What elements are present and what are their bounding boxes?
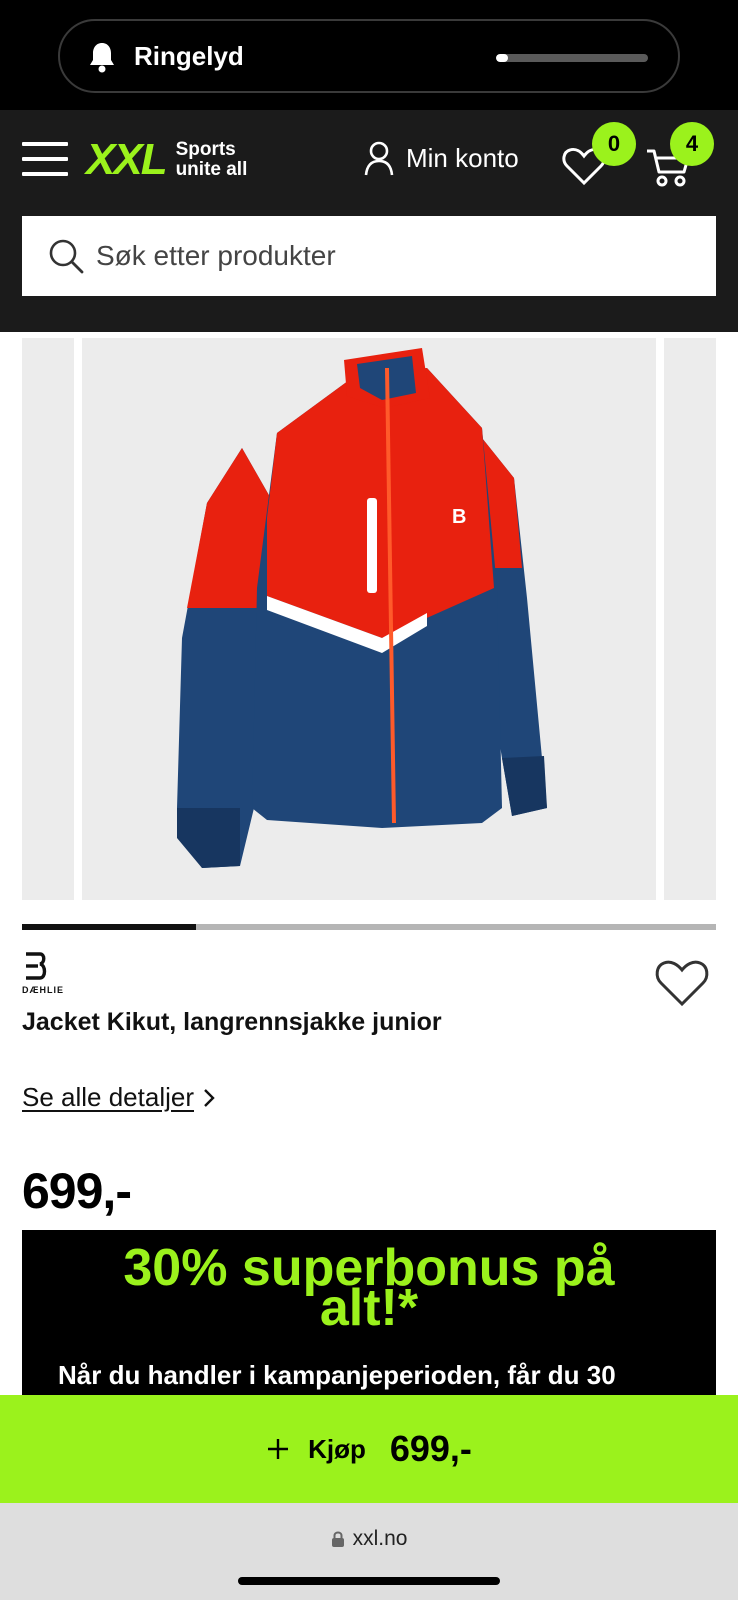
url-field[interactable]: xxl.no <box>0 1527 738 1551</box>
gallery-previous-image[interactable] <box>22 338 74 900</box>
wishlist-count-badge: 0 <box>592 122 636 166</box>
user-icon <box>364 141 394 176</box>
buy-label: Kjøp <box>308 1433 366 1464</box>
url-text: xxl.no <box>352 1527 408 1550</box>
promo-headline: 30% superbonus på alt!* <box>123 1239 615 1337</box>
chevron-right-icon <box>204 1088 215 1107</box>
ringer-volume-bar <box>496 54 648 62</box>
account-label: Min konto <box>406 142 519 173</box>
search-placeholder: Søk etter produkter <box>96 240 336 271</box>
gallery-next-image[interactable] <box>664 338 716 900</box>
jacket-image: B <box>177 348 547 868</box>
product-price: 699,- <box>22 1163 132 1219</box>
search-icon <box>49 239 84 274</box>
lock-icon <box>331 1531 344 1547</box>
status-area: Ringelyd <box>0 0 738 110</box>
brand-name: DÆHLIE <box>22 985 64 995</box>
site-header: XXL Sports unite all Min konto 0 4 Søk e… <box>0 110 738 332</box>
ringer-label: Ringelyd <box>134 41 244 71</box>
product-image[interactable]: B <box>82 338 656 900</box>
logo-mark: XXL <box>86 135 168 184</box>
logo-tagline-line-2: unite all <box>175 159 248 180</box>
buy-button[interactable]: Kjøp 699,- <box>0 1395 738 1503</box>
product-title: Jacket Kikut, langrennsjakke junior <box>22 1008 442 1036</box>
promo-body: Når du handler i kampanjeperioden, får d… <box>58 1360 616 1390</box>
cart-count-badge: 4 <box>670 122 714 166</box>
ringer-volume-fill <box>496 54 509 62</box>
bell-icon <box>90 43 114 73</box>
logo-tagline: Sports unite all <box>176 140 248 180</box>
hamburger-menu-icon[interactable] <box>22 142 70 178</box>
buy-price: 699,- <box>389 1428 472 1469</box>
account-button[interactable]: Min konto <box>364 140 519 176</box>
xxl-logo[interactable]: XXL Sports unite all <box>86 134 247 186</box>
see-all-details-link[interactable]: Se alle detaljer <box>22 1082 216 1113</box>
gallery-progress-bar <box>22 924 716 930</box>
ringer-notification: Ringelyd <box>58 19 680 93</box>
gallery-progress-fill <box>22 924 196 930</box>
product-page: B DÆHLIE Jacket Kikut, langrennsjakke ju… <box>0 332 738 1395</box>
details-link-label: Se alle detaljer <box>22 1082 194 1112</box>
brand-mark-icon <box>26 952 47 980</box>
logo-tagline-line-1: Sports <box>175 139 236 160</box>
svg-text:B: B <box>452 506 466 528</box>
search-input[interactable]: Søk etter produkter <box>22 216 716 296</box>
plus-icon <box>268 1439 289 1459</box>
add-to-wishlist-heart-icon[interactable] <box>654 958 710 1008</box>
brand-logo[interactable]: DÆHLIE <box>22 952 74 998</box>
home-indicator[interactable] <box>238 1577 500 1585</box>
browser-address-bar: xxl.no <box>0 1503 738 1600</box>
promo-banner[interactable]: 30% superbonus på alt!* Når du handler i… <box>22 1230 716 1395</box>
